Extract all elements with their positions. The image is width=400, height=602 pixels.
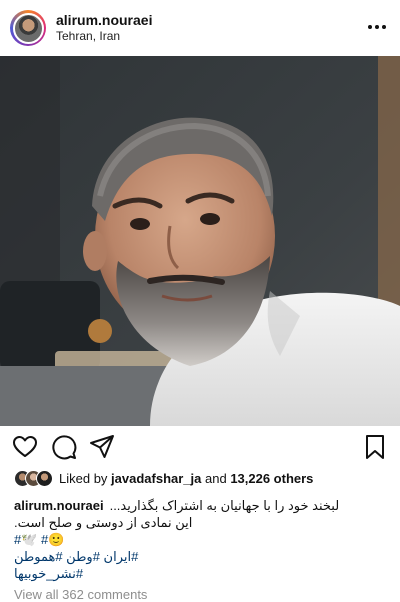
heart-icon[interactable]: [12, 434, 38, 460]
user-block: alirum.nouraei Tehran, Iran: [56, 12, 152, 44]
dot: [382, 25, 386, 29]
location[interactable]: Tehran, Iran: [56, 29, 152, 44]
action-bar: [0, 434, 400, 462]
caption-first-line: alirum.nouraei لبخند خود را با جهانیان ب…: [14, 497, 390, 514]
caption-emoji-hashtags[interactable]: #🕊️ #🙂: [14, 531, 390, 548]
dot: [375, 25, 379, 29]
bookmark-icon[interactable]: [362, 434, 388, 460]
likes-count[interactable]: 13,226 others: [230, 471, 313, 486]
caption-line: این نمادی از دوستی و صلح است.: [14, 515, 193, 530]
post-header: alirum.nouraei Tehran, Iran: [0, 0, 400, 56]
likes-text: Liked by javadafshar_ja and 13,226 other…: [59, 471, 313, 486]
liker-username[interactable]: javadafshar_ja: [111, 471, 201, 486]
more-dots-icon[interactable]: [368, 20, 386, 34]
paper-plane-icon[interactable]: [89, 434, 115, 460]
story-ring[interactable]: [10, 10, 46, 46]
dot: [368, 25, 372, 29]
likes-prefix: Liked by: [59, 471, 112, 486]
likes-middle: and: [201, 471, 231, 486]
avatar[interactable]: [12, 12, 44, 44]
liker-avatar: [36, 470, 53, 487]
caption-username[interactable]: alirum.nouraei: [14, 497, 104, 514]
liker-avatars[interactable]: [14, 470, 53, 487]
caption: alirum.nouraei لبخند خود را با جهانیان ب…: [14, 497, 390, 582]
caption-text: لبخند خود را با جهانیان به اشتراک بگذاری…: [109, 498, 340, 513]
view-all-comments-link[interactable]: View all 362 comments: [14, 587, 147, 602]
caption-hashtags[interactable]: #نشر_خوبیها: [14, 565, 390, 582]
portrait-image: [0, 56, 400, 426]
likes-row: Liked by javadafshar_ja and 13,226 other…: [14, 470, 313, 487]
caption-hashtags[interactable]: #ایران #وطن #هموطن: [14, 548, 390, 565]
post-photo[interactable]: [0, 56, 400, 426]
comment-icon[interactable]: [51, 434, 77, 460]
username[interactable]: alirum.nouraei: [56, 12, 152, 29]
